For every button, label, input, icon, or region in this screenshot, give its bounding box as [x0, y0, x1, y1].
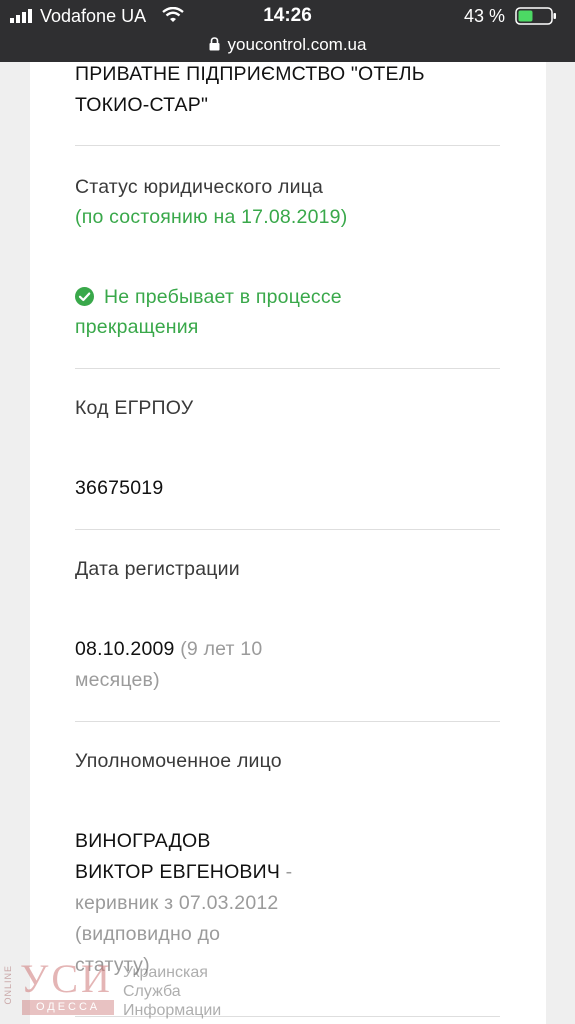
- registration-age-line2: месяцев): [75, 669, 160, 691]
- status-label: Статус юридического лица: [75, 176, 324, 198]
- authorized-name-line2: ВИКТОР ЕВГЕНОВИЧ -: [75, 857, 292, 887]
- company-name-line2: ТОКИО-СТАР": [75, 94, 209, 116]
- divider: [75, 368, 500, 369]
- battery-percentage: 43 %: [464, 6, 506, 26]
- battery-icon: [515, 7, 556, 25]
- watermark-online-text: ONLINE: [3, 965, 13, 1005]
- registration-label: Дата регистрации: [75, 558, 240, 580]
- status-value-line2: прекращения: [75, 316, 199, 338]
- authorized-dash: -: [280, 861, 293, 883]
- registration-age: (9 лет 10: [174, 638, 263, 660]
- lock-icon: [209, 37, 220, 51]
- watermark-caption-line1: Украинская: [123, 964, 208, 981]
- watermark-caption-line2: Служба: [123, 983, 181, 1000]
- watermark-logo: УСИ: [20, 956, 113, 1001]
- divider: [75, 529, 500, 530]
- watermark-caption: Украинская Служба Информации: [123, 963, 221, 1020]
- watermark-city: ОДЕССА: [22, 1000, 114, 1015]
- watermark-caption-line3: Информации: [123, 1002, 222, 1019]
- authorized-role-line1: керивник з 07.03.2012: [75, 892, 279, 914]
- status-value-text: Не пребывает в процессе: [104, 286, 342, 308]
- authorized-label: Уполномоченное лицо: [75, 750, 282, 772]
- company-name-line1: ПРИВАТНЕ ПІДПРИЄМСТВО "ОТЕЛЬ: [75, 63, 425, 85]
- check-circle-icon: [75, 287, 94, 306]
- status-bar: Vodafone UA 14:26 43 %: [0, 0, 575, 32]
- registration-date: 08.10.2009: [75, 638, 175, 660]
- divider: [75, 721, 500, 722]
- authorized-name-text[interactable]: ВИКТОР ЕВГЕНОВИЧ: [75, 861, 280, 883]
- authorized-role-line2: (видповидно до: [75, 923, 221, 945]
- page-content: ПРИВАТНЕ ПІДПРИЄМСТВО "ОТЕЛЬ ТОКИО-СТАР"…: [0, 62, 575, 1024]
- status-value-line1: Не пребывает в процессе: [75, 282, 342, 312]
- url-text[interactable]: youcontrol.com.ua: [228, 35, 367, 54]
- registration-value-line1: 08.10.2009 (9 лет 10: [75, 634, 262, 664]
- usi-watermark: ONLINE УСИ ОДЕССА Украинская Служба Инфо…: [0, 955, 240, 1024]
- edrpou-label: Код ЕГРПОУ: [75, 397, 194, 419]
- edrpou-value: 36675019: [75, 477, 164, 499]
- address-bar[interactable]: youcontrol.com.ua: [0, 32, 575, 62]
- status-date-note: (по состоянию на 17.08.2019): [75, 206, 348, 228]
- authorized-name-line1[interactable]: ВИНОГРАДОВ: [75, 826, 211, 856]
- divider: [75, 145, 500, 146]
